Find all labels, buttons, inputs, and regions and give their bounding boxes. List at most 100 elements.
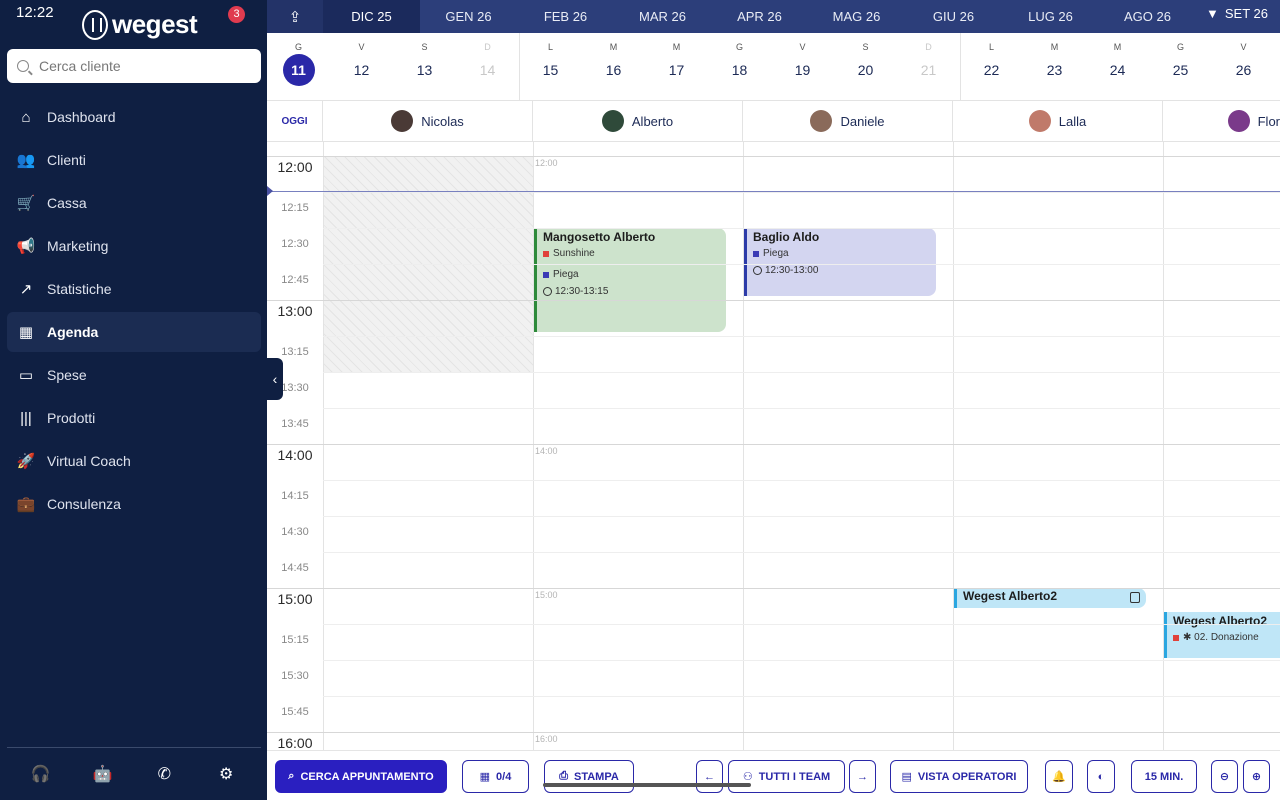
teams-filter-button[interactable]: ⚇ TUTTI I TEAM bbox=[728, 760, 845, 793]
operator-alberto[interactable]: Alberto bbox=[533, 101, 743, 141]
calendar-icon: ▦ bbox=[18, 324, 34, 341]
operator-nicolas[interactable]: Nicolas bbox=[323, 101, 533, 141]
nav-item-clienti[interactable]: 👥 Clienti bbox=[7, 140, 261, 180]
day-cell[interactable]: M 24 bbox=[1086, 33, 1149, 80]
next-button[interactable]: → bbox=[849, 760, 876, 793]
contrast-button[interactable]: ◐ bbox=[1087, 760, 1115, 793]
nav-item-consulenza[interactable]: 💼 Consulenza bbox=[7, 484, 261, 524]
day-cell[interactable]: D 14 bbox=[456, 33, 519, 80]
day-number: 17 bbox=[668, 62, 685, 78]
search-appointment-button[interactable]: ⌕ CERCA APPUNTAMENTO bbox=[275, 760, 447, 793]
time-gridline bbox=[323, 552, 1280, 553]
agenda-grid[interactable]: 12:00 14:00 15:00 16:00 Mangosetto Alber… bbox=[267, 142, 1280, 750]
day-cell[interactable]: G 18 bbox=[708, 33, 771, 80]
nav-item-cassa[interactable]: 🛒 Cassa bbox=[7, 183, 261, 223]
service-color-swatch bbox=[1173, 634, 1179, 641]
headset-icon[interactable]: 🎧 bbox=[27, 760, 55, 788]
column-hour-label: 16:00 bbox=[535, 734, 558, 744]
robot-icon[interactable]: 🤖 bbox=[89, 760, 117, 788]
appointment-card[interactable]: Mangosetto Alberto Sunshine Piega 12:30-… bbox=[534, 228, 726, 332]
main-nav: ⌂ Dashboard 👥 Clienti 🛒 Cassa 📢 Marketin… bbox=[7, 97, 261, 527]
collapse-sidebar-button[interactable]: ‹ bbox=[267, 358, 283, 400]
month-tab[interactable]: LUG 26 bbox=[1002, 0, 1099, 33]
day-cell[interactable]: S 13 bbox=[393, 33, 456, 80]
nav-item-spese[interactable]: ▭ Spese bbox=[7, 355, 261, 395]
operator-flor[interactable]: Flor bbox=[1163, 101, 1280, 141]
day-cell[interactable]: G 11 bbox=[267, 33, 330, 86]
month-tab[interactable]: GEN 26 bbox=[420, 0, 517, 33]
month-tab[interactable]: MAG 26 bbox=[808, 0, 905, 33]
day-cell[interactable]: M 17 bbox=[645, 33, 708, 80]
time-label: 14:30 bbox=[281, 526, 309, 538]
zoom-out-button[interactable]: ⊖ bbox=[1211, 760, 1238, 793]
zoom-in-button[interactable]: ⊕ bbox=[1243, 760, 1270, 793]
notification-badge[interactable]: 3 bbox=[228, 6, 245, 23]
time-label: 15:45 bbox=[281, 706, 309, 718]
nav-label: Virtual Coach bbox=[47, 453, 131, 469]
appointment-counter-button[interactable]: ▦ 0/4 bbox=[462, 760, 529, 793]
month-tab[interactable]: GIU 26 bbox=[905, 0, 1002, 33]
sidebar-divider bbox=[7, 747, 261, 748]
day-letter: V bbox=[799, 42, 806, 52]
previous-button[interactable]: ← bbox=[696, 760, 723, 793]
day-letter: G bbox=[735, 42, 743, 52]
time-label: 12:30 bbox=[281, 238, 309, 250]
button-label: 15 MIN. bbox=[1144, 770, 1184, 783]
nav-item-marketing[interactable]: 📢 Marketing bbox=[7, 226, 261, 266]
month-tab[interactable]: AGO 26 bbox=[1099, 0, 1196, 33]
view-operators-button[interactable]: ▤ VISTA OPERATORI bbox=[890, 760, 1028, 793]
interval-button[interactable]: 15 MIN. bbox=[1131, 760, 1197, 793]
day-number: 22 bbox=[983, 62, 1000, 78]
service-label: Piega bbox=[763, 248, 789, 259]
operator-daniele[interactable]: Daniele bbox=[743, 101, 953, 141]
day-cell[interactable]: L 15 bbox=[519, 33, 582, 80]
upload-button[interactable]: ⇪ bbox=[267, 0, 323, 33]
appointment-card[interactable]: Wegest Alberto2 ✱ 02. Donazione bbox=[1164, 612, 1280, 658]
client-search-input[interactable] bbox=[39, 58, 239, 74]
chart-icon: ↗ bbox=[19, 281, 33, 298]
day-letter: S bbox=[862, 42, 869, 52]
notifications-button[interactable]: 🔔 bbox=[1045, 760, 1073, 793]
money-icon: ▭ bbox=[18, 367, 34, 384]
time-gridline bbox=[267, 156, 1280, 157]
month-tab[interactable]: MAR 26 bbox=[614, 0, 711, 33]
month-tab[interactable]: FEB 26 bbox=[517, 0, 614, 33]
today-button[interactable]: OGGI bbox=[267, 101, 323, 141]
client-search[interactable] bbox=[7, 49, 261, 83]
nav-item-statistiche[interactable]: ↗ Statistiche bbox=[7, 269, 261, 309]
nav-item-dashboard[interactable]: ⌂ Dashboard bbox=[7, 97, 261, 137]
contrast-icon: ◐ bbox=[1097, 770, 1105, 783]
day-cell[interactable]: M 23 bbox=[1023, 33, 1086, 80]
nav-item-agenda[interactable]: ▦ Agenda bbox=[7, 312, 261, 352]
day-letter: G bbox=[294, 42, 302, 52]
day-number: 14 bbox=[479, 62, 496, 78]
status-time: 12:22 bbox=[16, 4, 54, 21]
day-cell[interactable]: G 25 bbox=[1149, 33, 1212, 80]
week-separator bbox=[519, 33, 520, 101]
day-cell[interactable]: S 20 bbox=[834, 33, 897, 80]
appointment-card[interactable]: Baglio Aldo Piega 12:30-13:00 bbox=[744, 228, 936, 296]
day-cell[interactable]: L 22 bbox=[960, 33, 1023, 80]
status-date-fragment: SET 26 bbox=[1224, 6, 1268, 21]
time-gridline bbox=[323, 192, 1280, 193]
operator-lalla[interactable]: Lalla bbox=[953, 101, 1163, 141]
whatsapp-icon[interactable]: ✆ bbox=[150, 760, 178, 788]
appointment-client: Baglio Aldo bbox=[753, 230, 820, 244]
column-divider bbox=[1163, 142, 1164, 750]
day-cell[interactable]: V 12 bbox=[330, 33, 393, 80]
nav-item-prodotti[interactable]: ||| Prodotti bbox=[7, 398, 261, 438]
day-letter: G bbox=[1176, 42, 1184, 52]
day-cell[interactable]: V 26 bbox=[1212, 33, 1275, 80]
print-button[interactable]: ⎙ STAMPA bbox=[544, 760, 634, 793]
day-cell[interactable]: M 16 bbox=[582, 33, 645, 80]
nav-item-virtual-coach[interactable]: 🚀 Virtual Coach bbox=[7, 441, 261, 481]
logo: wegest bbox=[82, 9, 198, 40]
day-cell[interactable]: D 21 bbox=[897, 33, 960, 80]
clock-icon bbox=[753, 266, 762, 275]
day-cell[interactable]: V 19 bbox=[771, 33, 834, 80]
month-tab[interactable]: APR 26 bbox=[711, 0, 808, 33]
month-tab[interactable]: DIC 25 bbox=[323, 0, 420, 33]
appointment-card[interactable]: Wegest Alberto2 bbox=[954, 588, 1146, 608]
gear-icon[interactable]: ⚙ bbox=[212, 760, 240, 788]
wifi-icon: ▼ bbox=[1206, 6, 1219, 21]
